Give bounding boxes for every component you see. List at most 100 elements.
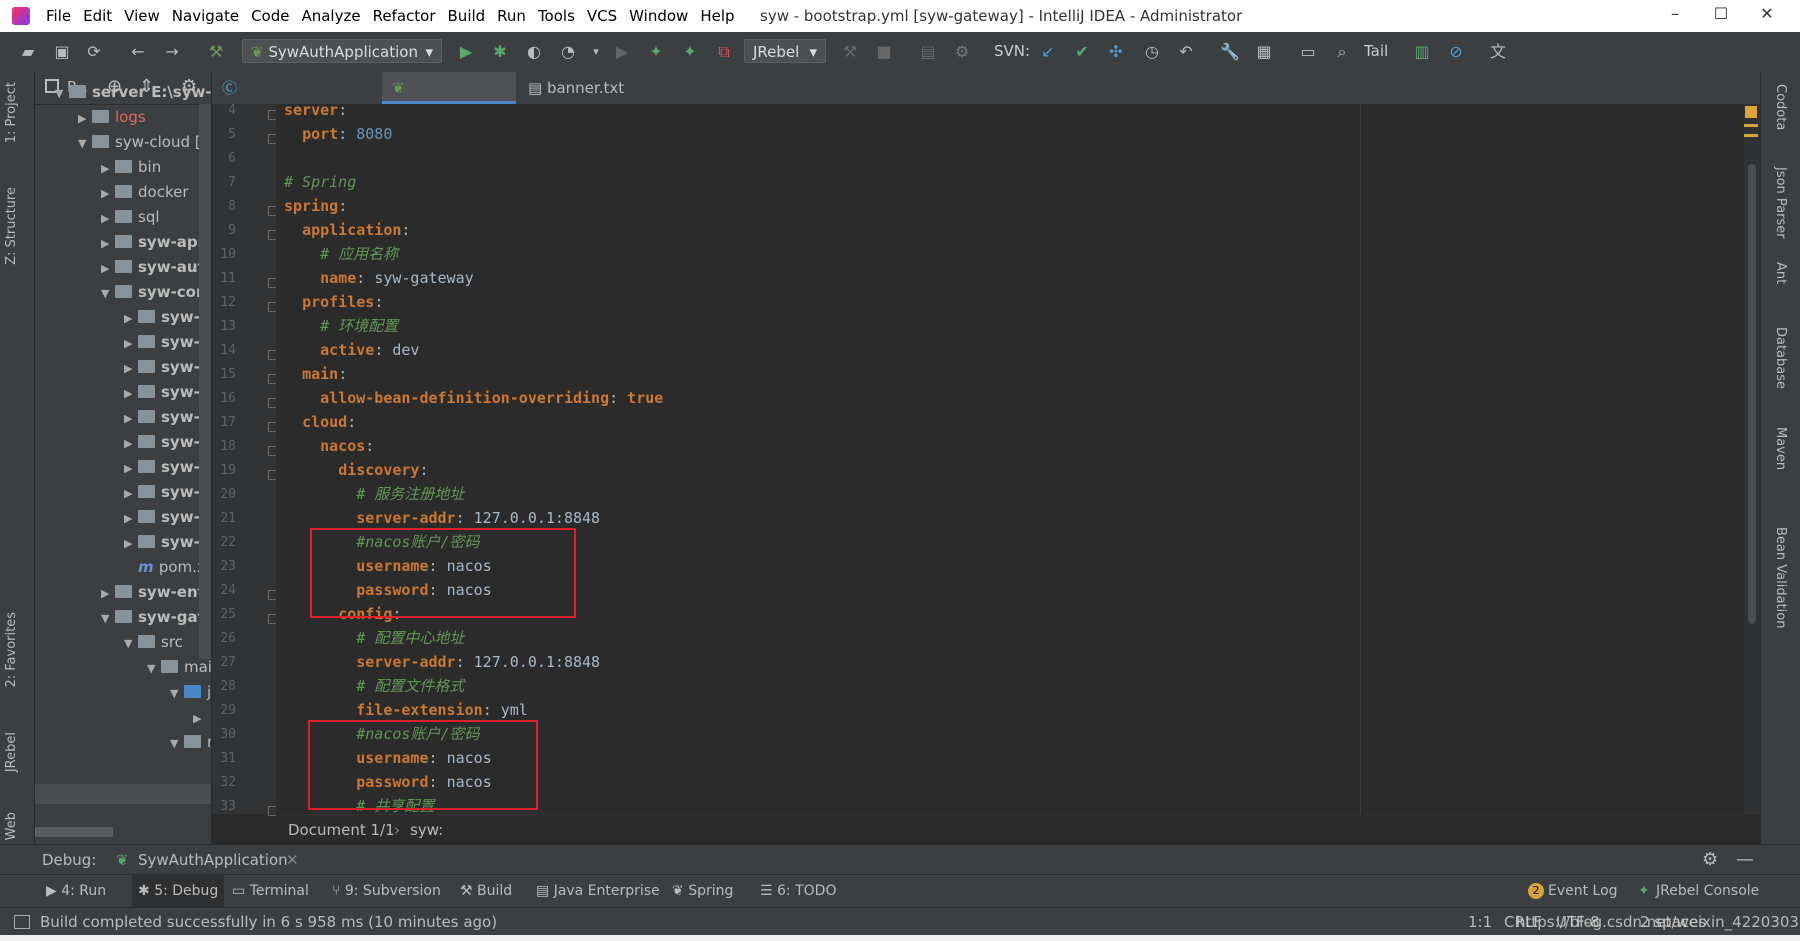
menu-view[interactable]: View [118, 7, 166, 25]
build-hammer-icon[interactable]: ⚒ [206, 42, 226, 62]
history-icon[interactable]: ◷ [1142, 42, 1162, 62]
menu-run[interactable]: Run [491, 7, 532, 25]
editor-tab[interactable]: ▤ banner.txt ✕ [518, 72, 636, 130]
run-config-select[interactable]: ❦ SywAuthApplication ▾ [242, 39, 442, 63]
tree-item[interactable]: ▶syw-con [124, 480, 211, 505]
project-settings-icon[interactable]: ▦ [1254, 42, 1274, 62]
chevron-down-icon[interactable]: ▼ [101, 606, 115, 631]
menu-file[interactable]: File [40, 7, 77, 25]
project-structure-icon[interactable]: ⚙ [952, 42, 972, 62]
settings-wrench-icon[interactable]: 🔧 [1220, 42, 1240, 62]
tree-item[interactable]: ▶ syw-auth [101, 255, 211, 280]
menu-help[interactable]: Help [694, 7, 740, 25]
editor-tab[interactable]: ❦ bootstrap.yml ✕ [382, 72, 516, 162]
chevron-down-icon[interactable]: ▼ [78, 131, 92, 156]
structure-tool-tab[interactable]: Z: Structure [4, 187, 19, 265]
back-icon[interactable]: ← [128, 42, 148, 62]
tree-item[interactable]: ▶syw-con [124, 505, 211, 530]
coverage-icon[interactable]: ◐ [524, 42, 544, 62]
chevron-right-icon[interactable]: ▶ [124, 481, 138, 506]
svn-commit-icon[interactable]: ✔ [1072, 42, 1092, 62]
right-tool-tab[interactable]: Json Parser [1773, 167, 1788, 239]
chevron-right-icon[interactable]: ▶ [101, 181, 115, 206]
tree-item[interactable]: ▶syw-con [124, 355, 211, 380]
chevron-right-icon[interactable]: ▶ [124, 531, 138, 556]
menu-refactor[interactable]: Refactor [367, 7, 442, 25]
tool-window-button[interactable]: ⑂ 9: Subversion [332, 875, 441, 908]
project-tool-tab[interactable]: 1: Project [4, 82, 19, 143]
minimize-button[interactable]: – [1660, 4, 1690, 23]
chevron-right-icon[interactable]: ▶ [101, 206, 115, 231]
monitor-icon[interactable]: ▥ [1412, 42, 1432, 62]
tree-item[interactable]: ▼ ja [170, 680, 211, 705]
tree-item[interactable]: ▼syw-gatew [101, 605, 211, 630]
tree-item[interactable]: ▶syw-entity [101, 580, 211, 605]
chevron-down-icon[interactable]: ▼ [101, 281, 115, 306]
debug-icon[interactable]: ✱ [490, 42, 510, 62]
translate-icon[interactable]: 文 [1488, 42, 1508, 62]
jrebel-update-icon[interactable]: ⧉ [714, 42, 734, 62]
jrebel-run-icon[interactable]: ✦ [646, 42, 666, 62]
svn-update-icon[interactable]: ↙ [1038, 42, 1058, 62]
tree-item[interactable]: m pom.xml [124, 555, 211, 580]
tool-window-button[interactable]: ▶ 4: Run [46, 875, 106, 908]
menu-code[interactable]: Code [245, 7, 295, 25]
hide-panel-icon[interactable]: — [1736, 845, 1754, 875]
sync-icon[interactable]: ⟳ [84, 42, 104, 62]
open-folder-icon[interactable]: ▰ [18, 42, 38, 62]
right-tool-tab[interactable]: Ant [1773, 262, 1788, 284]
cursor-position[interactable]: 1:1 [1468, 908, 1492, 936]
chevron-down-icon[interactable]: ▼ [147, 656, 161, 681]
web-tool-tab[interactable]: Web [4, 812, 19, 840]
menu-navigate[interactable]: Navigate [166, 7, 245, 25]
breadcrumb-path[interactable]: syw: [410, 815, 443, 845]
maximize-button[interactable]: ☐ [1706, 4, 1736, 23]
breadcrumb-document[interactable]: Document 1/1 [288, 815, 395, 845]
tree-item[interactable]: ▼ src [124, 630, 183, 655]
forward-icon[interactable]: → [162, 42, 182, 62]
chevron-right-icon[interactable]: ▶ [124, 506, 138, 531]
chevron-right-icon[interactable]: ▶ [124, 331, 138, 356]
right-tool-tab[interactable]: Bean Validation [1773, 527, 1788, 628]
chevron-right-icon[interactable]: ▶ [124, 356, 138, 381]
close-button[interactable]: ✕ [1752, 4, 1782, 23]
chevron-right-icon[interactable]: ▶ [124, 456, 138, 481]
profile-dropdown-icon[interactable]: ▾ [586, 42, 606, 62]
tree-item[interactable]: ▶syw-con [124, 405, 211, 430]
editor-scrollbar-thumb[interactable] [1748, 164, 1756, 624]
tool-window-button[interactable]: ⚒ Build [460, 875, 512, 908]
profile-icon[interactable]: ◔ [558, 42, 578, 62]
event-log-button[interactable]: Event Log [1548, 875, 1618, 908]
code-editor[interactable]: server: port: 8080 # Spring spring: applic… [276, 104, 1760, 814]
tool-window-button[interactable]: ☰ 6: TODO [760, 875, 836, 908]
chevron-down-icon[interactable]: ▼ [55, 81, 69, 106]
menu-window[interactable]: Window [623, 7, 694, 25]
favorites-tool-tab[interactable]: 2: Favorites [4, 612, 19, 688]
tree-item[interactable]: ▶syw-con [124, 380, 211, 405]
tree-item[interactable]: ▶ logs [78, 105, 146, 130]
tree-item[interactable]: ▶ docker [101, 180, 189, 205]
jrebel-debug-icon[interactable]: ✦ [680, 42, 700, 62]
menu-tools[interactable]: Tools [532, 7, 581, 25]
jrebel-select[interactable]: JRebel ▾ [744, 39, 826, 63]
tree-item[interactable]: ▼ syw-cloud [syw [78, 130, 211, 155]
right-tool-tab[interactable]: Database [1773, 327, 1788, 389]
right-tool-tab[interactable]: Maven [1773, 427, 1788, 470]
tree-item[interactable]: ▼ server E:\syw-doc [55, 80, 211, 105]
tail-button[interactable]: Tail [1364, 42, 1388, 60]
chevron-right-icon[interactable]: ▶ [124, 431, 138, 456]
tool-window-button[interactable]: ❦ Spring [672, 875, 733, 908]
chevron-right-icon[interactable]: ▶ [101, 231, 115, 256]
tree-item[interactable]: ▶ syw-api [101, 230, 203, 255]
jrebel-console-button[interactable]: JRebel Console [1656, 875, 1759, 908]
tree-item[interactable]: ▶syw-con [124, 530, 211, 555]
search-icon[interactable]: ⌕ [1332, 42, 1352, 62]
terminal-window-icon[interactable]: ▭ [1298, 42, 1318, 62]
tree-item[interactable]: ▶syw-con [124, 305, 211, 330]
jrebel-tool-tab[interactable]: JRebel [4, 732, 19, 772]
chevron-right-icon[interactable]: ▶ [193, 706, 207, 731]
tree-scrollbar[interactable] [199, 104, 211, 659]
right-tool-tab[interactable]: Codota [1773, 84, 1788, 130]
tree-item[interactable]: ▶ [193, 705, 207, 730]
chevron-right-icon[interactable]: ▶ [101, 581, 115, 606]
